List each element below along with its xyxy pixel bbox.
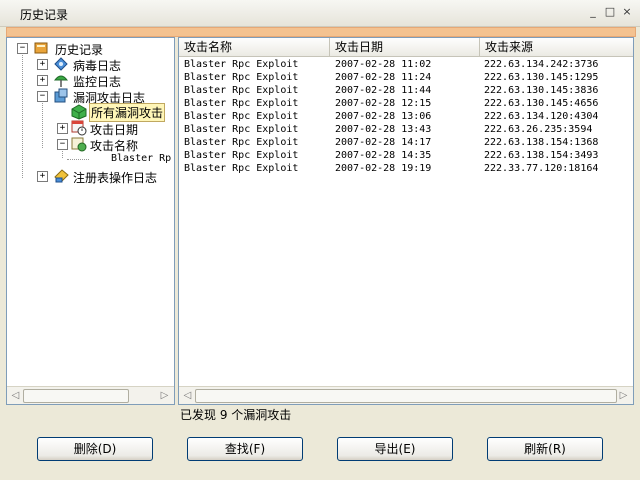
tree-guide-line bbox=[67, 159, 89, 160]
export-button[interactable]: 导出(E) bbox=[337, 437, 453, 461]
column-header-attack-date[interactable]: 攻击日期 bbox=[330, 38, 480, 56]
tree-item-label: 所有漏洞攻击 bbox=[88, 103, 166, 122]
list-horizontal-scrollbar[interactable]: ◁ ▷ bbox=[179, 386, 633, 404]
cube-icon bbox=[71, 104, 87, 120]
virus-log-icon bbox=[54, 57, 68, 71]
tree-expander[interactable]: − bbox=[37, 91, 48, 102]
column-header-attack-source[interactable]: 攻击来源 bbox=[480, 38, 633, 56]
table-row[interactable]: Blaster Rpc Exploit 2007-02-28 13:43 222.6… bbox=[179, 123, 633, 136]
tree-guide-line bbox=[22, 52, 23, 178]
table-header: 攻击名称 攻击日期 攻击来源 bbox=[179, 38, 633, 57]
find-button[interactable]: 查找(F) bbox=[187, 437, 303, 461]
tree-item-attack-name[interactable]: − 攻击名称 bbox=[57, 136, 167, 153]
cell-attack-name: Blaster Rpc Exploit bbox=[184, 163, 299, 174]
cell-attack-source: 222.63.134.242:3736 bbox=[484, 59, 599, 70]
history-book-icon bbox=[34, 42, 48, 54]
scroll-left-icon[interactable]: ◁ bbox=[181, 389, 194, 402]
tree-item-monitor-log[interactable]: + 监控日志 bbox=[37, 72, 167, 89]
table-row[interactable]: Blaster Rpc Exploit 2007-02-28 19:19 222.3… bbox=[179, 162, 633, 175]
vulnerability-icon bbox=[54, 88, 68, 103]
tree-panel: − 历史记录 + 病毒日志 + 监控日志 − 漏洞攻击日志 所有漏洞攻击 + 攻… bbox=[6, 37, 175, 405]
cell-attack-date: 2007-02-28 14:17 bbox=[335, 137, 432, 148]
table-row[interactable]: Blaster Rpc Exploit 2007-02-28 11:44 222.6… bbox=[179, 84, 633, 97]
cell-attack-source: 222.63.138.154:1368 bbox=[484, 137, 599, 148]
cell-attack-name: Blaster Rpc Exploit bbox=[184, 124, 299, 135]
cell-attack-source: 222.63.138.154:3493 bbox=[484, 150, 599, 161]
monitor-umbrella-icon bbox=[53, 75, 69, 87]
cell-attack-date: 2007-02-28 11:24 bbox=[335, 72, 432, 83]
tree-expander[interactable]: + bbox=[37, 75, 48, 86]
table-row[interactable]: Blaster Rpc Exploit 2007-02-28 14:35 222.6… bbox=[179, 149, 633, 162]
refresh-button[interactable]: 刷新(R) bbox=[487, 437, 603, 461]
registry-icon bbox=[54, 169, 69, 183]
cell-attack-date: 2007-02-28 11:44 bbox=[335, 85, 432, 96]
cell-attack-date: 2007-02-28 14:35 bbox=[335, 150, 432, 161]
cell-attack-source: 222.63.130.145:1295 bbox=[484, 72, 599, 83]
tree-expander[interactable]: + bbox=[37, 59, 48, 70]
cell-attack-source: 222.63.134.120:4304 bbox=[484, 111, 599, 122]
tree-horizontal-scrollbar[interactable]: ◁ ▷ bbox=[7, 386, 174, 404]
tree-item-registry-log[interactable]: + 注册表操作日志 bbox=[37, 168, 172, 185]
title-bar: 历史记录 _ □ × bbox=[0, 0, 640, 27]
maximize-button[interactable]: □ bbox=[603, 5, 617, 19]
tag-icon bbox=[71, 137, 87, 152]
cell-attack-name: Blaster Rpc Exploit bbox=[184, 72, 299, 83]
cell-attack-source: 222.63.26.235:3594 bbox=[484, 124, 593, 135]
tree-item-attack-date[interactable]: + 攻击日期 bbox=[57, 120, 167, 137]
cell-attack-name: Blaster Rpc Exploit bbox=[184, 85, 299, 96]
cell-attack-name: Blaster Rpc Exploit bbox=[184, 59, 299, 70]
table-row[interactable]: Blaster Rpc Exploit 2007-02-28 13:06 222.6… bbox=[179, 110, 633, 123]
tree-expander[interactable]: + bbox=[57, 123, 68, 134]
table-row[interactable]: Blaster Rpc Exploit 2007-02-28 12:15 222.6… bbox=[179, 97, 633, 110]
cell-attack-source: 222.33.77.120:18164 bbox=[484, 163, 599, 174]
close-button[interactable]: × bbox=[620, 5, 634, 19]
attack-list-panel: 攻击名称 攻击日期 攻击来源 Blaster Rpc Exploit 2007-0… bbox=[178, 37, 634, 405]
tree-guide-line bbox=[42, 100, 43, 148]
cell-attack-name: Blaster Rpc Exploit bbox=[184, 150, 299, 161]
cell-attack-date: 2007-02-28 19:19 bbox=[335, 163, 432, 174]
cell-attack-name: Blaster Rpc Exploit bbox=[184, 137, 299, 148]
table-row[interactable]: Blaster Rpc Exploit 2007-02-28 11:24 222.6… bbox=[179, 71, 633, 84]
accent-bar bbox=[6, 27, 636, 37]
tree-item-history[interactable]: − 历史记录 bbox=[17, 40, 157, 57]
tree-expander[interactable]: − bbox=[17, 43, 28, 54]
cell-attack-date: 2007-02-28 12:15 bbox=[335, 98, 432, 109]
tree-item-virus-log[interactable]: + 病毒日志 bbox=[37, 56, 167, 73]
scroll-right-icon[interactable]: ▷ bbox=[617, 389, 630, 402]
column-header-attack-name[interactable]: 攻击名称 bbox=[179, 38, 330, 56]
calendar-clock-icon bbox=[71, 120, 87, 136]
tree-item-blaster[interactable]: Blaster Rp bbox=[111, 152, 175, 168]
table-row[interactable]: Blaster Rpc Exploit 2007-02-28 14:17 222.6… bbox=[179, 136, 633, 149]
table-row[interactable]: Blaster Rpc Exploit 2007-02-28 11:02 222.6… bbox=[179, 58, 633, 71]
tree-item-vulnerability-log[interactable]: − 漏洞攻击日志 bbox=[37, 88, 172, 105]
cell-attack-source: 222.63.130.145:3836 bbox=[484, 85, 599, 96]
cell-attack-source: 222.63.130.145:4656 bbox=[484, 98, 599, 109]
cell-attack-name: Blaster Rpc Exploit bbox=[184, 98, 299, 109]
scroll-right-icon[interactable]: ▷ bbox=[158, 389, 171, 402]
tree-item-label: Blaster Rp bbox=[111, 153, 172, 164]
tree-expander[interactable]: − bbox=[57, 139, 68, 150]
cell-attack-date: 2007-02-28 13:06 bbox=[335, 111, 432, 122]
cell-attack-date: 2007-02-28 13:43 bbox=[335, 124, 432, 135]
cell-attack-date: 2007-02-28 11:02 bbox=[335, 59, 432, 70]
cell-attack-name: Blaster Rpc Exploit bbox=[184, 111, 299, 122]
window-title: 历史记录 bbox=[20, 8, 69, 22]
tree-item-label: 注册表操作日志 bbox=[73, 171, 158, 185]
scroll-left-icon[interactable]: ◁ bbox=[9, 389, 22, 402]
tree-expander[interactable]: + bbox=[37, 171, 48, 182]
scroll-thumb[interactable] bbox=[195, 389, 617, 403]
tree-item-all-attacks[interactable]: 所有漏洞攻击 bbox=[57, 103, 167, 122]
minimize-button[interactable]: _ bbox=[586, 5, 600, 19]
scroll-thumb[interactable] bbox=[23, 389, 129, 403]
status-text: 已发现 9 个漏洞攻击 bbox=[180, 408, 292, 422]
delete-button[interactable]: 删除(D) bbox=[37, 437, 153, 461]
